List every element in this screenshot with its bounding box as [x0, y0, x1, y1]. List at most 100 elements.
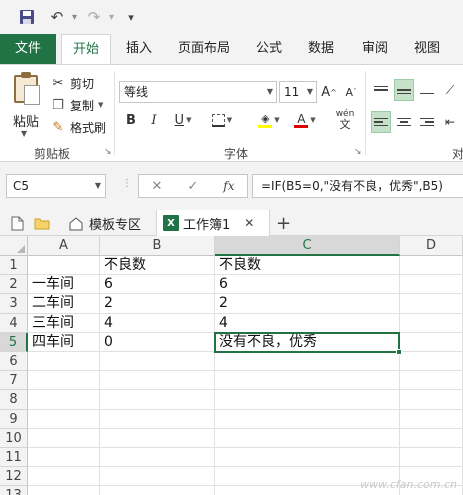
- cell-d1[interactable]: [400, 256, 463, 276]
- cell-a12[interactable]: [28, 467, 100, 487]
- cell-c6[interactable]: [215, 352, 400, 372]
- cell-b3[interactable]: 2: [100, 294, 215, 314]
- cell-c11[interactable]: [215, 448, 400, 468]
- cell-d10[interactable]: [400, 428, 463, 448]
- row-header-8[interactable]: 8: [0, 390, 28, 410]
- cell-d11[interactable]: [400, 448, 463, 468]
- folder-icon[interactable]: [33, 214, 51, 232]
- row-header-10[interactable]: 10: [0, 428, 28, 448]
- tab-view[interactable]: 视图: [404, 34, 450, 64]
- cell-b9[interactable]: [100, 409, 215, 429]
- bold-button[interactable]: B: [122, 109, 140, 131]
- insert-function-icon[interactable]: fx: [223, 179, 234, 193]
- cell-d4[interactable]: [400, 313, 463, 333]
- redo-dropdown-icon[interactable]: ▾: [109, 12, 114, 23]
- customize-icon[interactable]: ▾: [118, 4, 144, 30]
- cell-a1[interactable]: [28, 256, 100, 276]
- cell-c8[interactable]: [215, 390, 400, 410]
- tab-home[interactable]: 开始: [61, 34, 111, 65]
- borders-button[interactable]: ▼: [205, 109, 239, 131]
- row-header-7[interactable]: 7: [0, 371, 28, 391]
- column-header-a[interactable]: A: [28, 236, 100, 256]
- cell-a10[interactable]: [28, 428, 100, 448]
- cell-d5[interactable]: [400, 332, 463, 352]
- cell-b12[interactable]: [100, 467, 215, 487]
- align-middle-button[interactable]: [394, 79, 414, 101]
- phonetic-button[interactable]: wén 文: [328, 109, 362, 131]
- cell-b13[interactable]: [100, 486, 215, 495]
- cell-a7[interactable]: [28, 371, 100, 391]
- add-tab-icon[interactable]: +: [270, 210, 297, 236]
- fill-handle[interactable]: [396, 349, 402, 355]
- cell-a9[interactable]: [28, 409, 100, 429]
- undo-icon[interactable]: ↶: [44, 4, 70, 30]
- row-header-6[interactable]: 6: [0, 352, 28, 372]
- save-icon[interactable]: [14, 4, 40, 30]
- format-painter-button[interactable]: ✎ 格式刷: [50, 117, 106, 137]
- cell-c5[interactable]: 没有不良，优秀: [215, 332, 400, 352]
- column-header-d[interactable]: D: [400, 236, 463, 256]
- cell-a5[interactable]: 四车间: [28, 332, 100, 352]
- cell-d2[interactable]: [400, 275, 463, 295]
- formula-input[interactable]: =IF(B5=0,"没有不良，优秀",B5): [252, 174, 463, 198]
- cell-b11[interactable]: [100, 448, 215, 468]
- font-name-select[interactable]: 等线 ▼: [119, 81, 277, 103]
- orientation-button[interactable]: ⟋: [440, 79, 460, 101]
- column-header-b[interactable]: B: [100, 236, 215, 256]
- cell-b1[interactable]: 不良数: [100, 256, 215, 276]
- row-header-3[interactable]: 3: [0, 294, 28, 314]
- close-icon[interactable]: ✕: [244, 216, 254, 230]
- align-center-button[interactable]: [394, 111, 414, 133]
- cell-c7[interactable]: [215, 371, 400, 391]
- fill-color-button[interactable]: ◈ ▼: [252, 109, 286, 131]
- enter-icon[interactable]: ✓: [187, 179, 198, 194]
- row-header-5[interactable]: 5: [0, 332, 28, 352]
- cell-a11[interactable]: [28, 448, 100, 468]
- cell-d8[interactable]: [400, 390, 463, 410]
- cell-a3[interactable]: 二车间: [28, 294, 100, 314]
- align-top-button[interactable]: [371, 79, 391, 101]
- paste-button[interactable]: 粘贴 ▼: [8, 71, 44, 138]
- row-header-1[interactable]: 1: [0, 256, 28, 276]
- indent-button[interactable]: ⇤: [440, 111, 460, 133]
- cell-d9[interactable]: [400, 409, 463, 429]
- cell-b10[interactable]: [100, 428, 215, 448]
- redo-icon[interactable]: ↷: [81, 4, 107, 30]
- cell-a2[interactable]: 一车间: [28, 275, 100, 295]
- cancel-icon[interactable]: ✕: [151, 179, 162, 194]
- new-document-icon[interactable]: [8, 214, 26, 232]
- cell-d6[interactable]: [400, 352, 463, 372]
- cell-b8[interactable]: [100, 390, 215, 410]
- cell-b7[interactable]: [100, 371, 215, 391]
- tab-formulas[interactable]: 公式: [246, 34, 292, 64]
- cell-a13[interactable]: [28, 486, 100, 495]
- tab-page-layout[interactable]: 页面布局: [170, 34, 238, 64]
- cell-c1[interactable]: 不良数: [215, 256, 400, 276]
- tab-template-zone[interactable]: 模板专区: [62, 210, 147, 236]
- dialog-launcher-icon[interactable]: ↘: [354, 147, 362, 157]
- tab-review[interactable]: 审阅: [352, 34, 398, 64]
- column-header-c[interactable]: C: [215, 236, 400, 256]
- row-header-11[interactable]: 11: [0, 448, 28, 468]
- shrink-font-button[interactable]: Aˇ: [342, 81, 360, 103]
- align-right-button[interactable]: [417, 111, 437, 133]
- cell-b6[interactable]: [100, 352, 215, 372]
- tab-data[interactable]: 数据: [298, 34, 344, 64]
- tab-workbook[interactable]: X 工作簿1 ✕: [156, 210, 270, 236]
- cut-button[interactable]: ✂ 剪切: [50, 73, 94, 93]
- cell-d3[interactable]: [400, 294, 463, 314]
- cell-b2[interactable]: 6: [100, 275, 215, 295]
- cell-a4[interactable]: 三车间: [28, 313, 100, 333]
- spreadsheet-grid[interactable]: A B C D 1 不良数 不良数 2 一车间 6 6 3 二车间 2 2 4 三车间 4 4 5 四车间 0 没有不良，优…: [0, 236, 463, 495]
- grip-icon[interactable]: ⋮: [122, 178, 132, 189]
- tab-insert[interactable]: 插入: [116, 34, 162, 64]
- row-header-2[interactable]: 2: [0, 275, 28, 295]
- cell-a8[interactable]: [28, 390, 100, 410]
- tab-file[interactable]: 文件: [0, 34, 56, 64]
- row-header-12[interactable]: 12: [0, 467, 28, 487]
- undo-dropdown-icon[interactable]: ▾: [72, 12, 77, 23]
- cell-b5[interactable]: 0: [100, 332, 215, 352]
- cell-c3[interactable]: 2: [215, 294, 400, 314]
- font-color-button[interactable]: A ▼: [288, 109, 322, 131]
- cell-c10[interactable]: [215, 428, 400, 448]
